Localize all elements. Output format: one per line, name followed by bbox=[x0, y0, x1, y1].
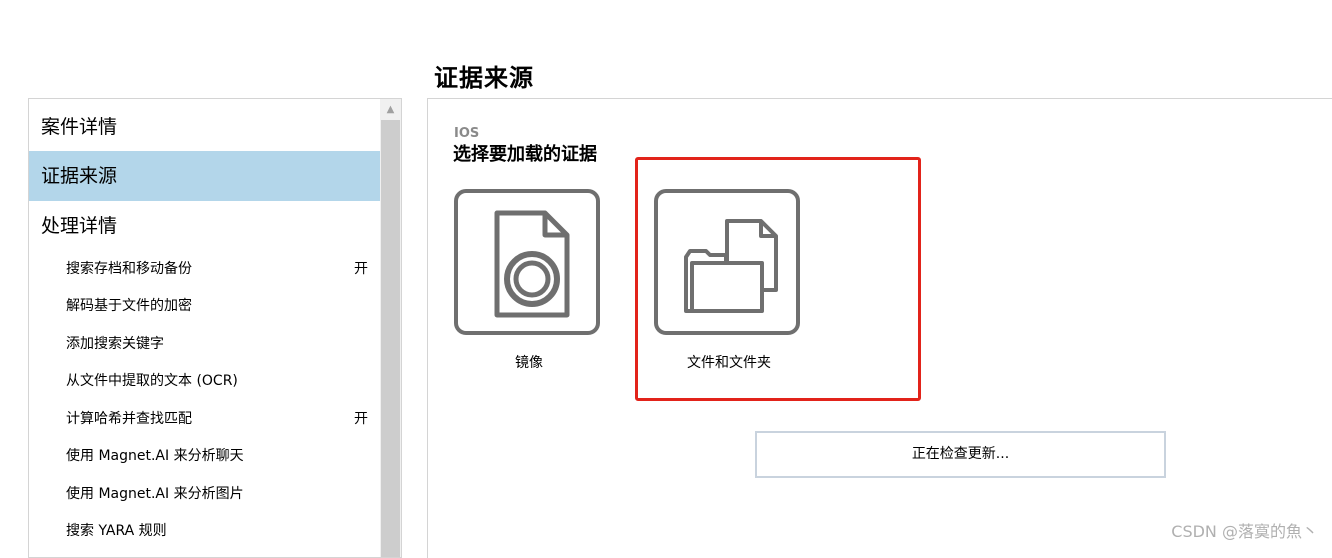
nav-subitem-label: 搜索存档和移动备份 bbox=[66, 261, 192, 277]
highlight-annotation bbox=[635, 157, 921, 401]
nav-subitem-label: 添加搜索关键字 bbox=[66, 336, 164, 352]
nav-subitem-label: 使用 Magnet.AI 来分析图片 bbox=[66, 486, 244, 502]
nav-scrollbar[interactable]: ▲ bbox=[380, 99, 401, 557]
nav-subitem-ai-chat[interactable]: 使用 Magnet.AI 来分析聊天 bbox=[29, 438, 380, 474]
nav-subitem-hash-match[interactable]: 计算哈希并查找匹配 开 bbox=[29, 401, 380, 437]
nav-item-evidence-source[interactable]: 证据来源 bbox=[29, 151, 380, 201]
platform-label: IOS bbox=[454, 126, 480, 141]
nav-subitem-state: 开 bbox=[354, 411, 368, 427]
nav-subitem-ocr[interactable]: 从文件中提取的文本 (OCR) bbox=[29, 363, 380, 399]
nav-subitem-label: 使用 Magnet.AI 来分析聊天 bbox=[66, 448, 244, 464]
scroll-thumb[interactable] bbox=[381, 120, 400, 557]
section-title: 选择要加载的证据 bbox=[453, 144, 597, 165]
nav-subitem-decode-fbe[interactable]: 解码基于文件的加密 bbox=[29, 288, 380, 324]
scroll-up-arrow-icon[interactable]: ▲ bbox=[380, 99, 401, 120]
image-option-label[interactable]: 镜像 bbox=[449, 352, 609, 372]
nav-subitem-label: 计算哈希并查找匹配 bbox=[66, 411, 192, 427]
nav-item-processing-details[interactable]: 处理详情 bbox=[29, 201, 380, 251]
nav-subitem-add-keywords[interactable]: 添加搜索关键字 bbox=[29, 326, 380, 362]
nav-subitem-yara[interactable]: 搜索 YARA 规则 bbox=[29, 513, 380, 549]
nav-subitem-ai-pictures[interactable]: 使用 Magnet.AI 来分析图片 bbox=[29, 476, 380, 512]
nav-subitem-state: 开 bbox=[354, 261, 368, 277]
nav-panel: 案件详情 证据来源 处理详情 搜索存档和移动备份 开 解码基于文件的加密 添加搜… bbox=[28, 98, 402, 558]
watermark: CSDN @落寞的魚丶 bbox=[1171, 522, 1318, 541]
nav-subitem-label: 搜索 YARA 规则 bbox=[66, 523, 167, 539]
nav-subitem-label: 从文件中提取的文本 (OCR) bbox=[66, 373, 238, 389]
nav-subitem-search-archives[interactable]: 搜索存档和移动备份 开 bbox=[29, 251, 380, 287]
disk-image-icon bbox=[494, 210, 570, 318]
check-updates-button[interactable]: 正在检查更新... bbox=[755, 431, 1166, 478]
image-option-tile[interactable] bbox=[454, 189, 600, 335]
nav-item-case-details[interactable]: 案件详情 bbox=[29, 102, 380, 152]
page-title: 证据来源 bbox=[434, 64, 534, 92]
nav-subitem-label: 解码基于文件的加密 bbox=[66, 298, 192, 314]
